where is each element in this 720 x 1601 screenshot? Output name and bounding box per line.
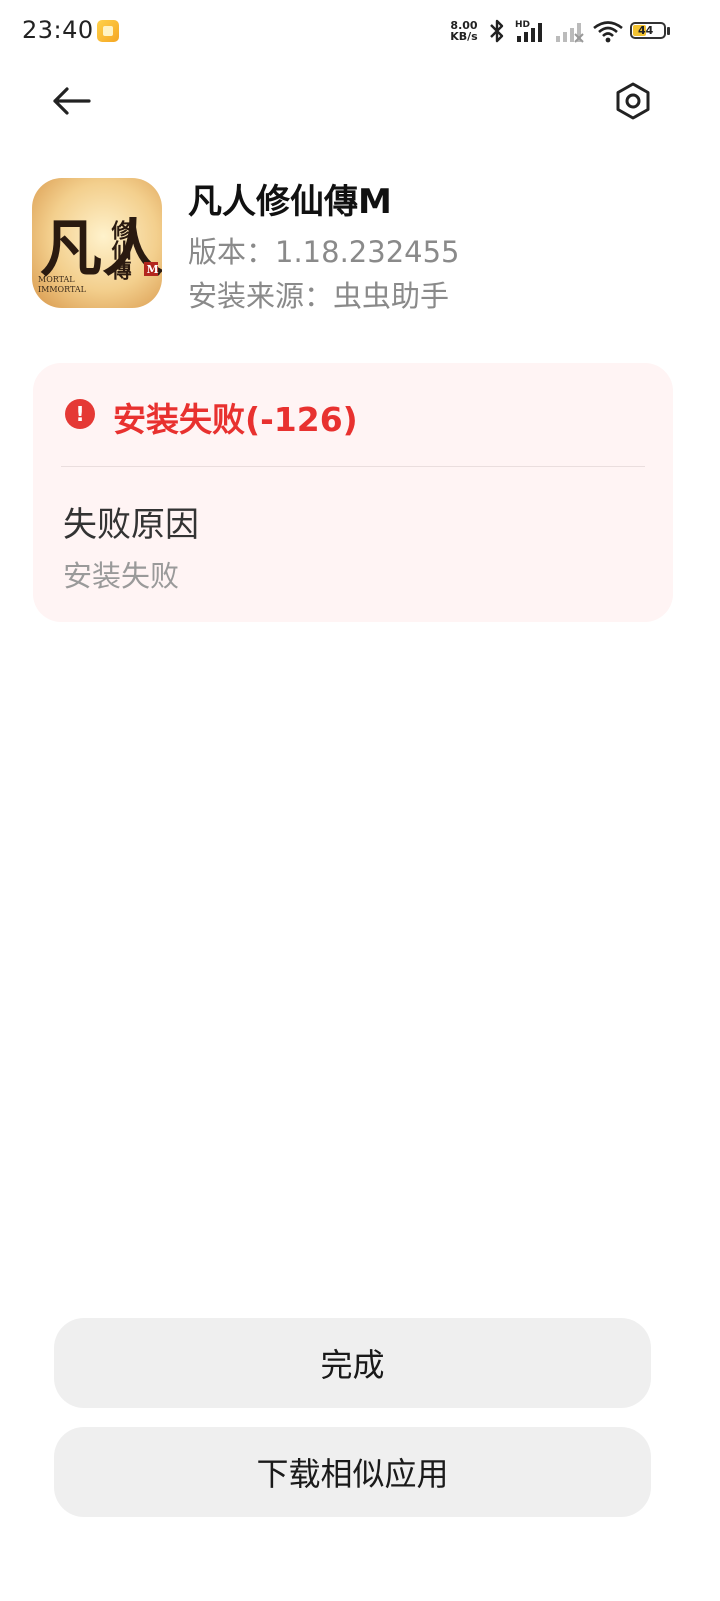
done-button[interactable]: 完成 [54, 1318, 651, 1408]
app-icon-caption-2: IMMORTAL [38, 285, 87, 294]
back-arrow-icon [53, 87, 91, 115]
app-icon-badge: M [147, 263, 159, 276]
failure-reason-label: 失败原因 [63, 505, 199, 545]
error-icon: ! [65, 399, 95, 429]
failure-reason-value: 安装失败 [63, 559, 180, 593]
status-time: 23:40 [22, 16, 94, 44]
signal-icon [556, 23, 584, 43]
install-error-card: ! 安装失败(-126) 失败原因 安装失败 [33, 363, 673, 622]
app-icon-caption-1: MORTAL [38, 275, 75, 284]
network-speed: 8.00 KB/s [446, 20, 482, 42]
notification-app-icon [97, 20, 119, 42]
hex-settings-icon [616, 82, 650, 120]
bluetooth-icon [490, 19, 504, 43]
svg-text:HD: HD [515, 20, 530, 30]
error-title: 安装失败(-126) [113, 400, 358, 439]
back-button[interactable] [42, 72, 100, 130]
app-icon: 凡人 修仙傳 M MORTAL IMMORTAL [32, 178, 162, 308]
wifi-icon [593, 21, 623, 43]
network-speed-unit: KB/s [450, 30, 478, 43]
divider [61, 466, 645, 467]
battery-level: 44 [638, 24, 654, 37]
install-source: 安装来源：虫虫助手 [188, 279, 450, 313]
app-version: 版本：1.18.232455 [188, 235, 460, 269]
hd-signal-icon: HD [515, 20, 542, 42]
app-name: 凡人修仙傳M [188, 182, 392, 222]
battery-icon: 44 [630, 22, 670, 41]
app-icon-subtitle: 修仙傳 [108, 219, 132, 280]
status-bar: 23:40 8.00 KB/s HD 44 [0, 0, 720, 64]
settings-button[interactable] [604, 72, 662, 130]
download-similar-apps-button[interactable]: 下载相似应用 [54, 1427, 651, 1517]
